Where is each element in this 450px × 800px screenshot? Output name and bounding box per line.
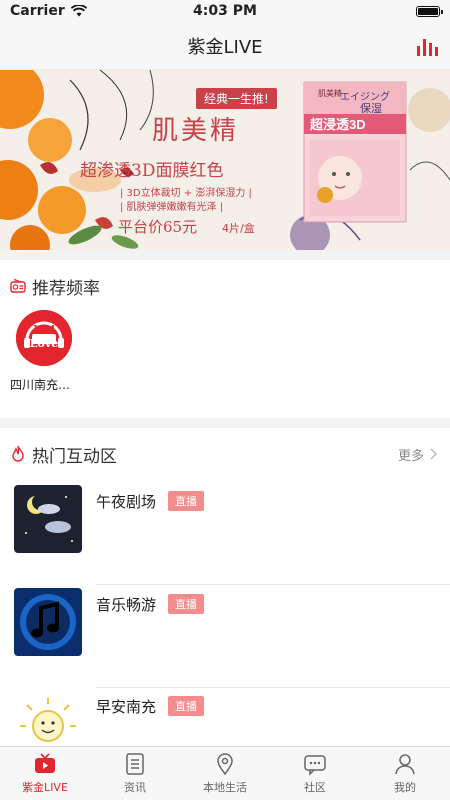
channel-logo-number: 1004 [32,324,56,333]
tab-bar: 紫金LIVE 资讯 本地生活 社区 我的 [0,746,450,800]
battery-icon [416,5,443,17]
tab-zijin-live[interactable]: 紫金LIVE [0,747,90,800]
user-icon [395,754,415,775]
music-thumbnail [14,588,82,656]
recommend-section-header: 推荐频率 [0,268,450,304]
live-badge: 直播 [168,491,204,511]
status-bar: Carrier 4:03 PM [0,0,450,22]
flame-icon [12,445,24,462]
live-badge: 直播 [168,696,204,716]
wifi-icon [70,5,87,17]
tab-label: 我的 [394,781,416,794]
midnight-thumbnail [14,485,82,553]
banner-title: 肌美精 [152,116,240,146]
product-line1-text: エイジング [340,90,390,103]
row-divider [96,584,450,585]
location-icon [217,753,233,776]
hot-item-title: 音乐畅游 [96,596,157,614]
nav-bar: 紫金LIVE [0,22,450,70]
chart-icon[interactable] [416,36,442,56]
radio-icon [10,278,26,293]
banner-feature-2: | 肌肤弹弹嫩嫩有光泽 | [120,202,224,213]
tab-label: 紫金LIVE [22,781,68,794]
status-left: Carrier [10,3,87,19]
product-brand-text: 肌美精 [318,88,342,98]
hot-item-midnight[interactable]: 午夜剧场 直播 [0,485,450,585]
hot-item-title: 午夜剧场 [96,493,157,511]
banner-subtitle: 超渗透3D面膜红色 [80,161,224,181]
hot-section-header: 热门互动区 更多 [0,436,450,472]
tab-news[interactable]: 资讯 [90,747,180,800]
tab-label: 社区 [304,781,326,794]
row-divider [96,687,450,688]
chevron-right-icon [430,448,438,460]
hot-item-title: 早安南充 [96,698,157,716]
page-title: 紫金LIVE [187,36,263,58]
channel-name: 四川南充… [10,378,71,392]
tab-community[interactable]: 社区 [270,747,360,800]
carrier-label: Carrier [10,3,65,19]
channel-logo: 1004 Love [16,310,72,366]
section-gap-2 [0,418,450,428]
recommend-title: 推荐频率 [32,278,100,299]
channel-logo-word: Love [29,337,59,350]
banner-feature-1: | 3D立体裁切 + 澎湃保湿力 | [120,188,252,199]
hot-title: 热门互动区 [32,446,117,467]
product-line3-text: 超浸透3D [310,117,366,132]
chat-icon [304,755,326,776]
tab-label: 资讯 [124,781,146,794]
section-gap [0,250,450,260]
channel-item[interactable]: 1004 Love 四川南充… [10,310,80,393]
hot-item-music[interactable]: 音乐畅游 直播 [0,588,450,688]
tab-local-life[interactable]: 本地生活 [180,747,270,800]
banner-qty: 4片/盒 [222,222,255,235]
list-icon [126,753,144,775]
tab-label: 本地生活 [203,781,247,794]
banner-tag: 经典一生推! [196,88,277,109]
promo-banner[interactable]: 肌美精 エイジング 保湿 超浸透3D 经典一生推! 肌美精 超渗透3D面膜红色 … [0,70,450,250]
more-label: 更多 [397,448,424,464]
banner-price: 平台价65元 [118,218,198,236]
tab-mine[interactable]: 我的 [360,747,450,800]
live-badge: 直播 [168,594,204,614]
more-link[interactable]: 更多 [398,445,438,464]
product-line2-text: 保湿 [360,101,382,115]
tv-icon [35,753,55,773]
